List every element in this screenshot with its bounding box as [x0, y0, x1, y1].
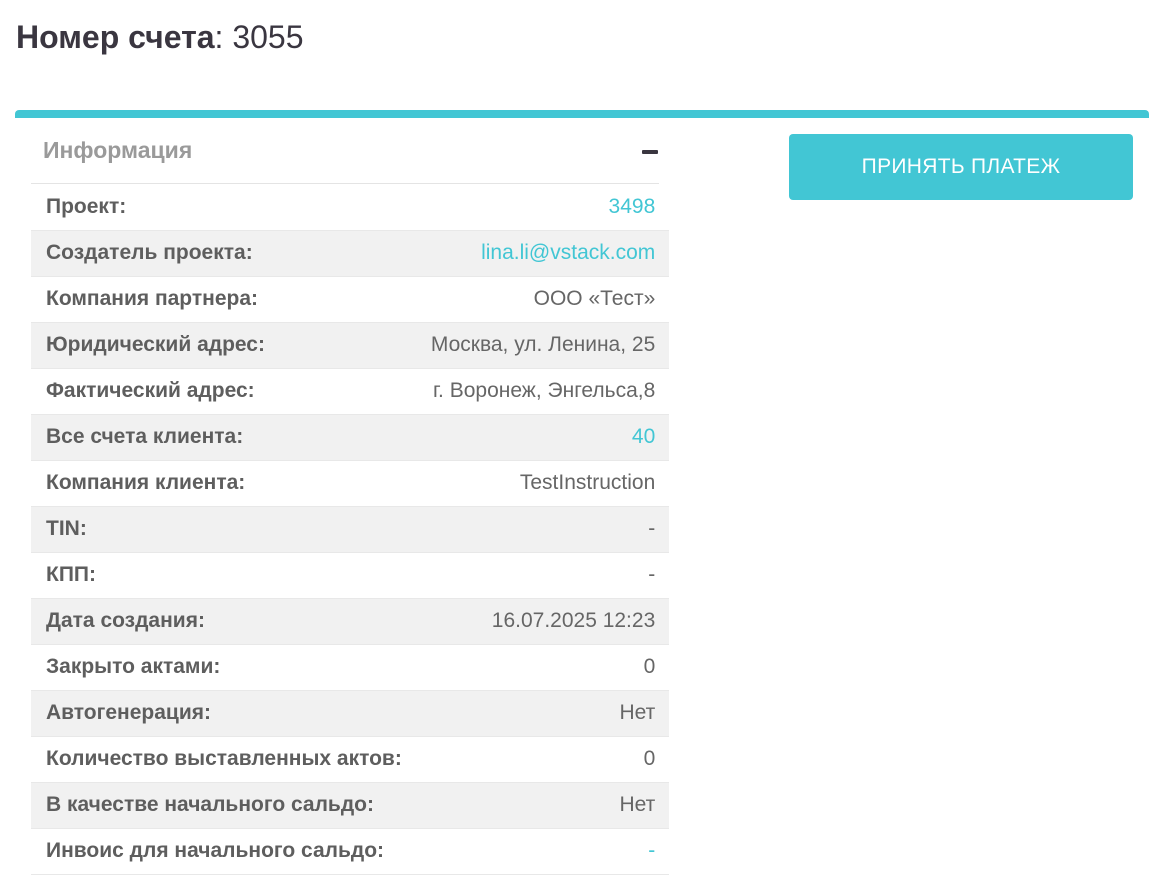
table-row: Все счета клиента: 40 — [31, 414, 670, 461]
row-value: Нет — [415, 782, 670, 829]
row-value: 16.07.2025 12:23 — [415, 598, 670, 645]
row-label: КПП: — [31, 552, 416, 599]
row-value: TestInstruction — [415, 460, 670, 507]
table-row: TIN: - — [31, 506, 670, 553]
row-value-link[interactable]: 3498 — [415, 184, 670, 231]
row-value: - — [415, 552, 670, 599]
accept-payment-button[interactable]: ПРИНЯТЬ ПЛАТЕЖ — [789, 134, 1133, 200]
table-row: Фактический адрес: г. Воронеж, Энгельса,8 — [31, 368, 670, 415]
page-title: Номер счета: 3055 — [16, 17, 304, 57]
table-row: Проект: 3498 — [31, 184, 670, 231]
table-row: Дата создания: 16.07.2025 12:23 — [31, 598, 670, 645]
row-value-link[interactable]: - — [415, 828, 670, 875]
row-value: ООО «Тест» — [415, 276, 670, 323]
table-row: Инвоис для начального сальдо: - — [31, 828, 670, 875]
info-panel: Информация Проект: 3498 Создатель проекта:… — [31, 118, 670, 875]
row-value: 0 — [415, 736, 670, 783]
info-panel-title: Информация — [43, 137, 193, 163]
row-label: Фактический адрес: — [31, 368, 416, 415]
row-value: 0 — [415, 644, 670, 691]
row-label: TIN: — [31, 506, 416, 553]
account-number: 3055 — [232, 19, 304, 55]
table-row: КПП: - — [31, 552, 670, 599]
row-label: Дата создания: — [31, 598, 416, 645]
table-row: Компания клиента: TestInstruction — [31, 460, 670, 507]
row-value: г. Воронеж, Энгельса,8 — [415, 368, 670, 415]
row-value: Нет — [415, 690, 670, 737]
page-title-separator: : — [214, 19, 233, 55]
table-row: Юридический адрес: Москва, ул. Ленина, 25 — [31, 322, 670, 369]
row-label: Количество выставленных актов: — [31, 736, 416, 783]
table-row: В качестве начального сальдо: Нет — [31, 782, 670, 829]
table-row: Автогенерация: Нет — [31, 690, 670, 737]
row-label: Проект: — [31, 184, 416, 231]
table-row: Количество выставленных актов: 0 — [31, 736, 670, 783]
row-label: Закрыто актами: — [31, 644, 416, 691]
row-value: Москва, ул. Ленина, 25 — [415, 322, 670, 369]
row-value-link[interactable]: lina.li@vstack.com — [415, 230, 670, 277]
info-table: Проект: 3498 Создатель проекта: lina.li@vst… — [31, 184, 670, 875]
info-panel-header: Информация — [31, 118, 659, 184]
panel-accent-bar — [15, 110, 1149, 118]
table-row: Компания партнера: ООО «Тест» — [31, 276, 670, 323]
row-value: - — [415, 506, 670, 553]
table-row: Создатель проекта: lina.li@vstack.com — [31, 230, 670, 277]
row-label: В качестве начального сальдо: — [31, 782, 416, 829]
page-title-label: Номер счета — [16, 19, 215, 55]
row-label: Юридический адрес: — [31, 322, 416, 369]
row-label: Инвоис для начального сальдо: — [31, 828, 416, 875]
row-label: Компания партнера: — [31, 276, 416, 323]
minus-icon[interactable] — [641, 142, 659, 160]
row-label: Все счета клиента: — [31, 414, 416, 461]
row-value-link[interactable]: 40 — [415, 414, 670, 461]
row-label: Компания клиента: — [31, 460, 416, 507]
table-row: Закрыто актами: 0 — [31, 644, 670, 691]
row-label: Автогенерация: — [31, 690, 416, 737]
row-label: Создатель проекта: — [31, 230, 416, 277]
